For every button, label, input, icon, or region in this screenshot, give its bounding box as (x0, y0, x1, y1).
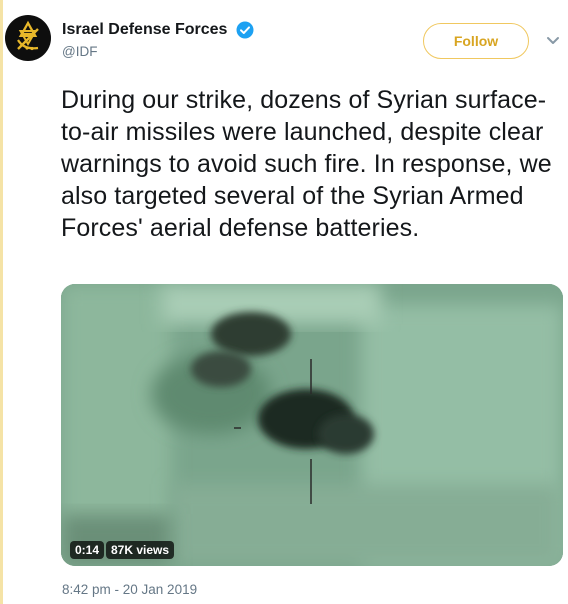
tweet-timestamp[interactable]: 8:42 pm - 20 Jan 2019 (62, 582, 197, 597)
video-frame (61, 284, 563, 566)
tweet-text: During our strike, dozens of Syrian surf… (61, 86, 552, 242)
author-display-name[interactable]: Israel Defense Forces (62, 21, 227, 39)
author-handle[interactable]: @IDF (62, 44, 254, 59)
video-player[interactable]: 0:14 87K views (61, 284, 563, 566)
video-views-badge: 87K views (106, 541, 175, 559)
author-block: Israel Defense Forces @IDF (62, 21, 254, 59)
avatar[interactable] (5, 15, 51, 61)
follow-button[interactable]: Follow (423, 23, 529, 59)
idf-emblem-icon (17, 20, 39, 51)
verified-badge-icon (236, 21, 254, 39)
video-duration-badge: 0:14 (70, 541, 105, 559)
chevron-down-icon[interactable] (546, 36, 560, 46)
thread-line (0, 0, 3, 604)
